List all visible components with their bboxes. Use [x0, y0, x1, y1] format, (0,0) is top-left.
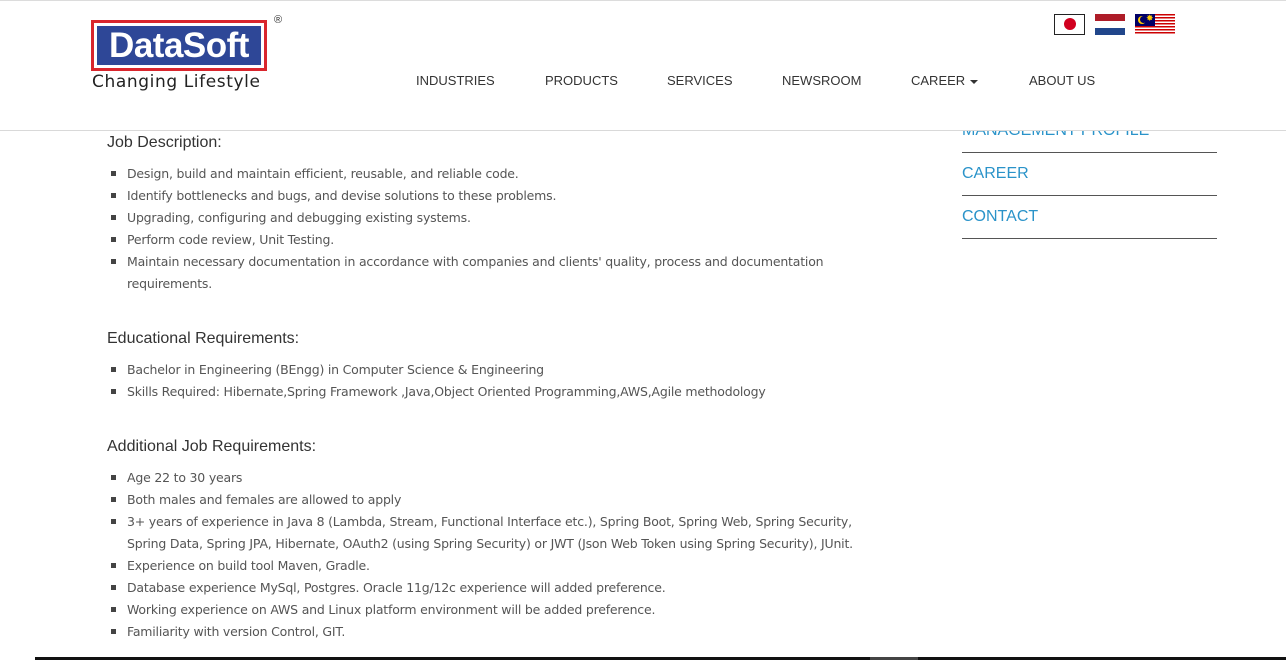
nav-item-label: SERVICES: [667, 73, 733, 88]
nav-item-label: NEWSROOM: [782, 73, 862, 88]
list-item: Perform code review, Unit Testing.: [107, 229, 907, 251]
list-item: Identify bottlenecks and bugs, and devis…: [107, 185, 907, 207]
sidebar-item-career[interactable]: CAREER: [962, 153, 1217, 196]
datasoft-logo[interactable]: DataSoft ® Changing Lifestyle: [91, 14, 291, 99]
malaysia-flag-icon[interactable]: ✸: [1135, 14, 1175, 35]
nav-item-products[interactable]: PRODUCTS: [545, 73, 618, 88]
flag-star: ✸: [1146, 14, 1154, 24]
educational-requirements-heading: Educational Requirements:: [107, 330, 300, 347]
nav-item-newsroom[interactable]: NEWSROOM: [782, 73, 861, 88]
nav-item-label: ABOUT US: [1029, 73, 1096, 88]
list-item: Experience on build tool Maven, Gradle.: [107, 555, 907, 577]
nav-item-industries[interactable]: INDUSTRIES: [416, 73, 495, 88]
job-description-list: Design, build and maintain efficient, re…: [107, 163, 907, 295]
logo-wordmark: DataSoft: [97, 26, 261, 65]
list-item: Both males and females are allowed to ap…: [107, 489, 907, 511]
logo-frame: DataSoft: [91, 20, 267, 71]
sidebar-item-contact[interactable]: CONTACT: [962, 196, 1217, 239]
list-item: Familiarity with version Control, GIT.: [107, 621, 907, 643]
list-item: 3+ years of experience in Java 8 (Lambda…: [107, 511, 892, 555]
list-item: Age 22 to 30 years: [107, 467, 907, 489]
netherlands-flag-icon[interactable]: [1095, 14, 1125, 35]
job-description-heading: Job Description:: [107, 134, 222, 151]
registered-mark: ®: [274, 14, 283, 26]
list-item: Database experience MySql, Postgres. Ora…: [107, 577, 907, 599]
list-item: Maintain necessary documentation in acco…: [107, 251, 827, 295]
flag-disc: [1064, 18, 1076, 30]
list-item: Skills Required: Hibernate,Spring Framew…: [107, 381, 907, 403]
nav-item-label: CAREER: [911, 73, 966, 88]
additional-requirements-heading: Additional Job Requirements:: [107, 438, 317, 455]
additional-requirements-list: Age 22 to 30 years Both males and female…: [107, 467, 907, 643]
list-item: Bachelor in Engineering (BEngg) in Compu…: [107, 359, 907, 381]
nav-item-services[interactable]: SERVICES: [667, 73, 733, 88]
nav-item-about-us[interactable]: ABOUT US: [1029, 73, 1095, 88]
list-item: Upgrading, configuring and debugging exi…: [107, 207, 907, 229]
site-header: DataSoft ® Changing Lifestyle INDUSTRIES…: [0, 1, 1286, 131]
nav-item-label: INDUSTRIES: [416, 73, 495, 88]
educational-requirements-list: Bachelor in Engineering (BEngg) in Compu…: [107, 359, 907, 403]
caret-down-icon: [970, 79, 979, 84]
list-item: Working experience on AWS and Linux plat…: [107, 599, 907, 621]
nav-item-label: PRODUCTS: [545, 73, 618, 88]
nav-item-career[interactable]: CAREER: [911, 73, 979, 88]
japan-flag-icon[interactable]: [1054, 14, 1085, 35]
logo-tagline: Changing Lifestyle: [92, 72, 261, 92]
list-item: Design, build and maintain efficient, re…: [107, 163, 907, 185]
